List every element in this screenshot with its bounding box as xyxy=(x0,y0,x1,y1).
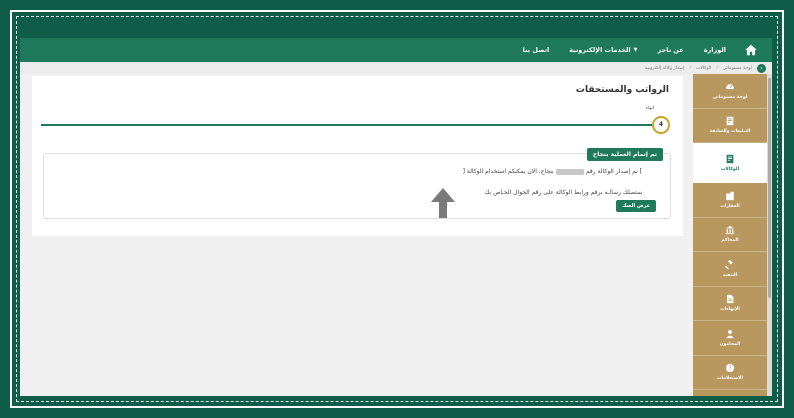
nav-contact[interactable]: اتصل بنا xyxy=(523,46,550,54)
step-label: انهاء xyxy=(645,106,654,111)
svg-text:?: ? xyxy=(728,366,731,372)
back-arrow-icon[interactable]: › xyxy=(757,63,766,73)
breadcrumb-separator: / xyxy=(716,65,718,71)
nav-eservices[interactable]: الخدمات الإلكترونية ▼ xyxy=(569,46,637,54)
dashboard-icon xyxy=(725,82,735,90)
sidebar-item-inquiries[interactable]: ? الاستعلامات xyxy=(693,356,767,390)
sidebar-item-lawyers[interactable]: المحامون xyxy=(693,321,767,356)
sms-notice: ستصلك رسالـه برقم ورابط الوكالة على رقم … xyxy=(484,189,642,196)
document-icon xyxy=(726,154,734,163)
message-suffix: ] بنجاح، الان يمكنكم استخدام الوكالة xyxy=(462,168,554,175)
nav-about-najiz[interactable]: عن ناجز xyxy=(658,46,684,54)
breadcrumb-item[interactable]: الوكالات xyxy=(696,66,711,71)
success-message: تم إصدار الوكالة رقم [ ] بنجاح، الان يمك… xyxy=(463,168,642,175)
lawyer-icon xyxy=(726,329,734,338)
file-icon xyxy=(727,295,734,304)
sidebar-label: المحاكم xyxy=(721,238,739,244)
sidebar-label: العقارات xyxy=(720,203,740,209)
sidebar-label: الإنهاءات xyxy=(720,307,740,313)
arrow-up-icon xyxy=(431,188,455,218)
success-panel: تم إتمام العملية بنجاح تم إصدار الوكالة … xyxy=(43,148,671,219)
message-prefix: تم إصدار الوكالة رقم [ xyxy=(585,168,642,175)
help-icon: ? xyxy=(725,364,735,373)
scrollbar-thumb[interactable] xyxy=(768,78,771,298)
sidebar-label: لوحة مستوماتي xyxy=(712,94,748,100)
sidebar-item-endings[interactable]: الإنهاءات xyxy=(693,287,767,321)
notices-icon xyxy=(726,117,734,126)
home-icon[interactable] xyxy=(744,43,758,57)
app-screen: الوزارة عن ناجز الخدمات الإلكترونية ▼ اتص… xyxy=(20,38,772,396)
sidebar: لوحة مستوماتي التبليغات والسابقة الوكالا… xyxy=(693,74,767,396)
sidebar-item-realestate[interactable]: العقارات xyxy=(693,183,767,218)
sidebar-item-execution[interactable]: التنفيذ xyxy=(693,252,767,287)
page-title: الرواتب والمستحقات xyxy=(575,85,669,95)
sidebar-label: التنفيذ xyxy=(722,272,738,278)
progress-line xyxy=(41,124,661,126)
sidebar-label: المحامون xyxy=(719,341,741,347)
sidebar-item-dashboard[interactable]: لوحة مستوماتي xyxy=(693,74,767,109)
breadcrumb-separator: / xyxy=(689,65,691,71)
nav-ministry[interactable]: الوزارة xyxy=(704,46,726,54)
masked-agency-number xyxy=(555,168,584,175)
sidebar-item-courts[interactable]: المحاكم xyxy=(693,218,767,252)
main-card: الرواتب والمستحقات انهاء 4 تم إتمام العم… xyxy=(32,76,683,236)
gavel-icon xyxy=(725,259,733,270)
sidebar-item-agencies[interactable]: الوكالات xyxy=(693,143,767,183)
success-badge: تم إتمام العملية بنجاح xyxy=(586,148,663,161)
sidebar-label: التبليغات والسابقة xyxy=(709,129,751,135)
breadcrumb-item[interactable]: لوحة مستوماتي xyxy=(723,66,752,71)
building-icon xyxy=(726,191,734,200)
breadcrumb-item: إصدار وكالة إلكترونية xyxy=(645,65,685,71)
breadcrumb: › لوحة مستوماتي / الوكالات / إصدار وكالة… xyxy=(20,62,772,74)
court-icon xyxy=(725,226,735,235)
step-indicator: 4 xyxy=(652,116,670,134)
sidebar-label: الوكالات xyxy=(720,166,740,172)
top-navbar: الوزارة عن ناجز الخدمات الإلكترونية ▼ اتص… xyxy=(20,38,772,62)
sidebar-item-notices[interactable]: التبليغات والسابقة xyxy=(693,109,767,143)
chevron-down-icon: ▼ xyxy=(633,47,638,53)
sidebar-label: الاستعلامات xyxy=(716,376,744,382)
view-deed-button[interactable]: عرض الصك xyxy=(616,200,657,212)
